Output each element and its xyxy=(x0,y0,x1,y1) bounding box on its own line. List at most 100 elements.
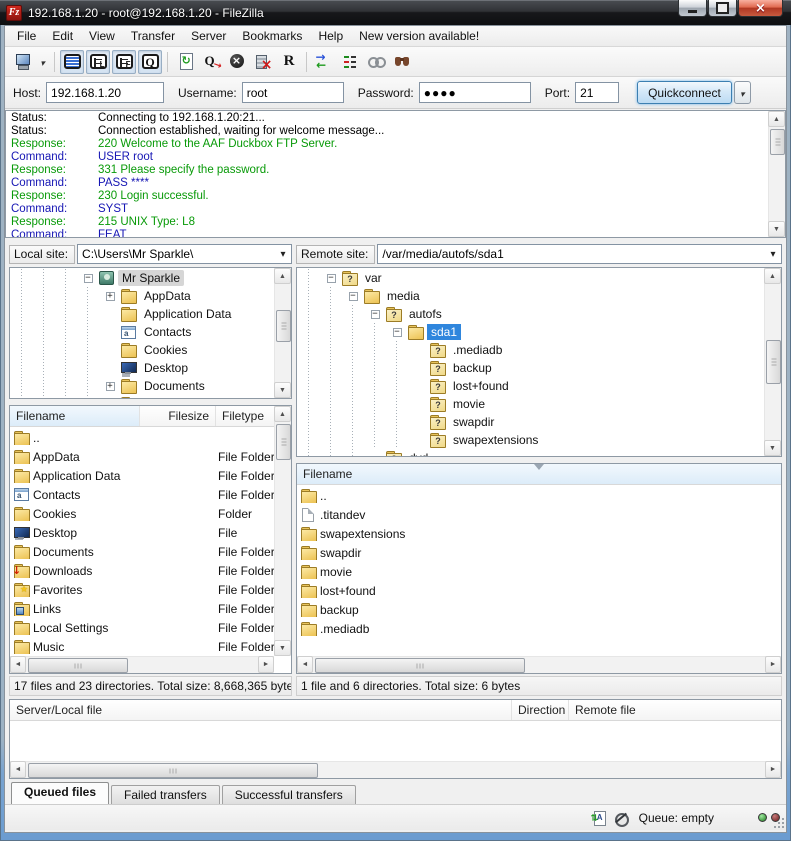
file-row[interactable]: MusicFile Folder xyxy=(11,637,273,656)
file-row[interactable]: DownloadsFile Folder xyxy=(11,561,273,580)
scroll-down-icon[interactable] xyxy=(768,221,785,237)
tree-item[interactable]: Desktop xyxy=(11,359,273,377)
process-queue-button[interactable] xyxy=(199,50,223,74)
scroll-up-icon[interactable] xyxy=(274,406,291,422)
directory-comparison-button[interactable] xyxy=(312,50,336,74)
tree-item[interactable]: lost+found xyxy=(298,377,763,395)
scroll-down-icon[interactable] xyxy=(274,382,291,398)
file-row[interactable]: lost+found xyxy=(298,581,780,600)
tree-item[interactable]: movie xyxy=(298,395,763,413)
toggle-message-log-button[interactable] xyxy=(60,50,84,74)
file-row[interactable]: ContactsFile Folder xyxy=(11,485,273,504)
collapse-icon[interactable] xyxy=(84,274,93,283)
port-input[interactable] xyxy=(575,82,619,103)
filter-button[interactable] xyxy=(338,50,362,74)
menu-edit[interactable]: Edit xyxy=(44,27,81,45)
file-row[interactable]: DesktopFile xyxy=(11,523,273,542)
scroll-up-icon[interactable] xyxy=(768,111,785,127)
remote-site-combobox[interactable]: /var/media/autofs/sda1 xyxy=(377,244,782,264)
menu-transfer[interactable]: Transfer xyxy=(123,27,183,45)
scrollbar[interactable] xyxy=(274,268,291,398)
toggle-queue-button[interactable] xyxy=(138,50,162,74)
tree-item[interactable]: swapdir xyxy=(298,413,763,431)
disconnect-button[interactable] xyxy=(251,50,275,74)
scroll-down-icon[interactable] xyxy=(274,640,291,656)
resize-grip[interactable] xyxy=(772,816,785,829)
tree-item[interactable]: AppData xyxy=(11,287,273,305)
tree-item[interactable]: var xyxy=(298,269,763,287)
splitter-collapse-icon[interactable] xyxy=(534,464,544,475)
tree-item[interactable]: Application Data xyxy=(11,305,273,323)
file-row[interactable]: Application DataFile Folder xyxy=(11,466,273,485)
file-row[interactable]: FavoritesFile Folder xyxy=(11,580,273,599)
quickconnect-dropdown[interactable] xyxy=(734,81,751,104)
quickconnect-button[interactable]: Quickconnect xyxy=(637,81,732,104)
scrollbar-thumb[interactable] xyxy=(766,340,781,384)
scrollbar[interactable] xyxy=(274,406,291,656)
scroll-left-icon[interactable] xyxy=(297,656,313,673)
file-row[interactable]: .. xyxy=(11,428,273,447)
password-input[interactable] xyxy=(419,82,531,103)
file-row[interactable]: .. xyxy=(298,486,780,505)
chevron-down-icon[interactable] xyxy=(275,245,291,263)
menu-help[interactable]: Help xyxy=(310,27,351,45)
file-row[interactable]: LinksFile Folder xyxy=(11,599,273,618)
chevron-down-icon[interactable] xyxy=(765,245,781,263)
expand-icon[interactable] xyxy=(106,292,115,301)
scrollbar-thumb[interactable] xyxy=(770,129,785,155)
toggle-remote-tree-button[interactable]: F xyxy=(112,50,136,74)
tab-queued-files[interactable]: Queued files xyxy=(11,782,109,804)
collapse-icon[interactable] xyxy=(371,310,380,319)
scroll-left-icon[interactable] xyxy=(10,656,26,673)
site-manager-dropdown[interactable] xyxy=(36,50,49,74)
tree-item[interactable]: Cookies xyxy=(11,341,273,359)
tree-item[interactable]: dvd xyxy=(298,449,763,457)
minimize-button[interactable] xyxy=(678,0,707,17)
scroll-right-icon[interactable] xyxy=(258,656,274,673)
scrollbar[interactable] xyxy=(10,761,781,778)
scrollbar[interactable] xyxy=(297,656,781,673)
tab-successful-transfers[interactable]: Successful transfers xyxy=(222,785,356,804)
scrollbar[interactable] xyxy=(10,656,274,673)
scrollbar-thumb[interactable] xyxy=(276,424,291,460)
column-header-direction[interactable]: Direction xyxy=(512,700,569,720)
menu-new-version[interactable]: New version available! xyxy=(351,27,487,45)
tab-failed-transfers[interactable]: Failed transfers xyxy=(111,785,220,804)
scrollbar[interactable] xyxy=(764,268,781,456)
column-header-server-local-file[interactable]: Server/Local file xyxy=(10,700,512,720)
collapse-icon[interactable] xyxy=(349,292,358,301)
scrollbar[interactable] xyxy=(768,111,785,237)
scrollbar-thumb[interactable] xyxy=(315,658,525,673)
column-header-filesize[interactable]: Filesize xyxy=(140,406,216,426)
menu-bookmarks[interactable]: Bookmarks xyxy=(234,27,310,45)
close-button[interactable] xyxy=(738,0,783,17)
scrollbar-thumb[interactable] xyxy=(28,763,318,778)
file-row[interactable]: movie xyxy=(298,562,780,581)
column-header-filename[interactable]: Filename xyxy=(10,406,140,426)
column-header-remote-file[interactable]: Remote file xyxy=(569,700,781,720)
scroll-right-icon[interactable] xyxy=(765,761,781,778)
scroll-left-icon[interactable] xyxy=(10,761,26,778)
maximize-button[interactable] xyxy=(708,0,737,17)
refresh-button[interactable] xyxy=(173,50,197,74)
collapse-icon[interactable] xyxy=(393,328,402,337)
scroll-up-icon[interactable] xyxy=(764,268,781,284)
file-row[interactable]: CookiesFolder xyxy=(11,504,273,523)
scrollbar-thumb[interactable] xyxy=(276,310,291,342)
find-files-button[interactable] xyxy=(390,50,414,74)
collapse-icon[interactable] xyxy=(327,274,336,283)
site-manager-button[interactable] xyxy=(11,50,35,74)
tree-item[interactable]: media xyxy=(298,287,763,305)
cancel-operation-button[interactable] xyxy=(225,50,249,74)
tree-item[interactable]: Documents xyxy=(11,377,273,395)
synchronized-browsing-button[interactable] xyxy=(364,50,388,74)
tree-item[interactable]: sda1 xyxy=(298,323,763,341)
file-row[interactable]: .titandev xyxy=(298,505,780,524)
menu-server[interactable]: Server xyxy=(183,27,234,45)
file-row[interactable]: AppDataFile Folder xyxy=(11,447,273,466)
tree-item[interactable]: Downloads xyxy=(11,395,273,399)
tree-item[interactable]: Mr Sparkle xyxy=(11,269,273,287)
file-row[interactable]: .mediadb xyxy=(298,619,780,638)
menu-view[interactable]: View xyxy=(81,27,123,45)
file-row[interactable]: swapextensions xyxy=(298,524,780,543)
